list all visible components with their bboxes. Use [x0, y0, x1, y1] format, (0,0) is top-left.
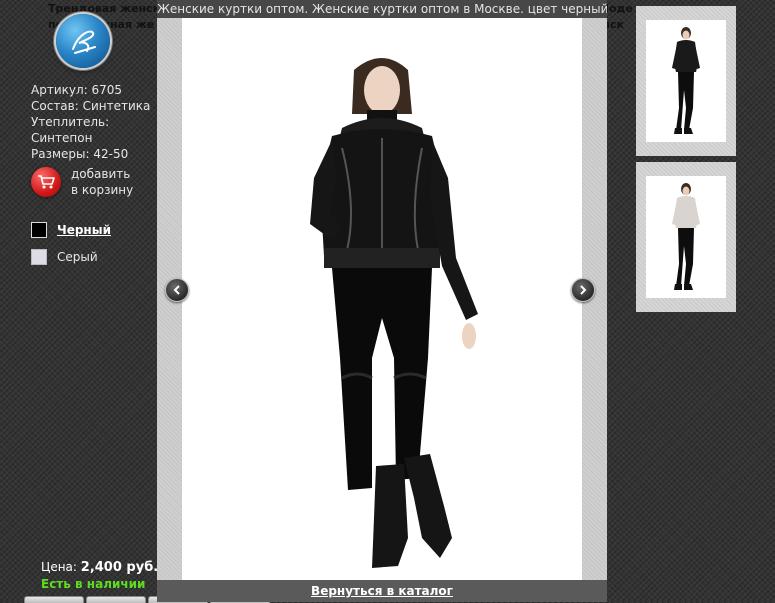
- lightbox-footer: Вернуться в каталог: [157, 580, 607, 602]
- lightbox-title: Женские куртки оптом. Женские куртки опт…: [157, 0, 607, 18]
- thumbnail-grey[interactable]: [636, 162, 736, 312]
- color-label-black: Черный: [57, 223, 111, 237]
- price-value: 2,400 руб.: [80, 560, 159, 575]
- add-to-cart-line1: добавить: [71, 167, 131, 181]
- lightbox: Женские куртки оптом. Женские куртки опт…: [157, 0, 607, 602]
- chevron-right-icon: [580, 285, 587, 295]
- thumbnail-black[interactable]: [636, 6, 736, 156]
- shopping-cart-icon: [31, 167, 61, 197]
- color-option-black[interactable]: Черный: [31, 221, 111, 239]
- color-option-grey[interactable]: Серый: [31, 248, 98, 266]
- add-to-cart-label: добавить в корзину: [71, 166, 133, 198]
- lightbox-next-button[interactable]: [571, 278, 595, 302]
- add-to-cart-line2: в корзину: [71, 183, 134, 197]
- color-swatch-grey: [31, 249, 47, 265]
- product-insulation-value: Синтепон: [31, 131, 93, 145]
- description-line2-mid: вная же: [103, 18, 155, 31]
- product-sizes: Размеры: 42-50: [31, 147, 129, 161]
- product-insulation-label: Утеплитель:: [31, 115, 110, 129]
- logo-monogram-icon: [72, 30, 96, 54]
- color-swatch-black: [31, 222, 47, 238]
- product-composition: Состав: Синтетика: [31, 99, 151, 113]
- product-info: Артикул: 6705 Состав: Синтетика Утеплите…: [31, 82, 150, 162]
- chevron-left-icon: [173, 285, 180, 295]
- thumbnail-image-grey: [646, 176, 726, 298]
- back-to-catalog-link[interactable]: Вернуться в каталог: [311, 584, 453, 598]
- description-line1-left: Трендовая женск: [48, 2, 161, 15]
- site-logo[interactable]: [56, 14, 110, 68]
- thumbnail-image-black: [646, 20, 726, 142]
- stock-status: Есть в наличии: [41, 577, 146, 591]
- lightbox-prev-button[interactable]: [165, 278, 189, 302]
- color-label-grey: Серый: [57, 250, 98, 264]
- product-photo: [182, 18, 582, 580]
- product-article: Артикул: 6705: [31, 83, 123, 97]
- price: Цена: 2,400 руб.: [41, 560, 158, 575]
- price-label: Цена:: [41, 560, 77, 574]
